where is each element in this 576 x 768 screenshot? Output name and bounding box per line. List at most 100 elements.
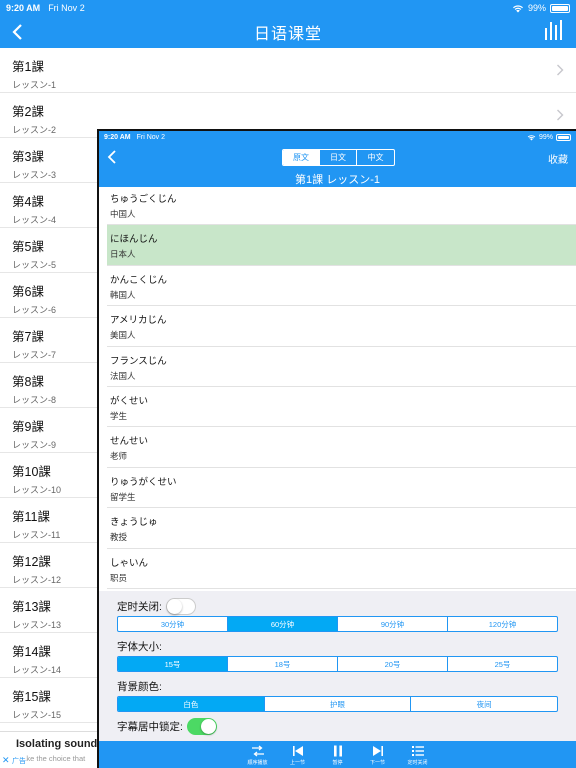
word-japanese: にほんじん	[110, 234, 158, 246]
back-icon[interactable]	[105, 149, 119, 165]
playback-toolbar: 顺序播放 上一节 暂停 下一节 定时关闭	[99, 741, 576, 768]
lesson-item[interactable]: 第1課レッスン-1	[0, 48, 576, 93]
word-chinese: 韩国人	[110, 289, 136, 300]
timer-option[interactable]: 90分钟	[338, 617, 448, 631]
timer-row: 定时关闭:	[117, 597, 558, 615]
timer-option[interactable]: 120分钟	[448, 617, 557, 631]
pause-button[interactable]: 暂停	[325, 741, 351, 768]
word-row[interactable]: きょうじゅ 教授	[107, 508, 576, 549]
previous-button[interactable]: 上一节	[285, 741, 311, 768]
word-japanese: アメリカじん	[110, 315, 167, 327]
word-row[interactable]: にほんじん 日本人	[107, 225, 576, 266]
wifi-icon	[527, 134, 536, 140]
word-row[interactable]: ちゅうごくじん 中国人	[107, 185, 576, 226]
background-label: 背景颜色:	[117, 680, 162, 693]
next-button[interactable]: 下一节	[365, 741, 391, 768]
app-header: 9:20 AM Fri Nov 2 99% 日语课堂	[0, 0, 576, 48]
pause-icon	[333, 745, 342, 757]
timer-toggle[interactable]	[165, 597, 196, 615]
language-tab[interactable]: 中文	[357, 150, 394, 165]
font-size-option[interactable]: 20号	[338, 657, 448, 671]
subtitle-lock-toggle[interactable]	[186, 717, 217, 735]
language-tabs: 原文 日文 中文	[282, 149, 395, 166]
background-option[interactable]: 护眼	[265, 697, 412, 711]
toolbar-label: 下一节	[369, 760, 385, 766]
settings-panel: 定时关闭: 30分钟 60分钟 90分钟 120分钟 字体大小: 15号 18号 20号 2…	[99, 591, 576, 741]
page-title: 日语课堂	[253, 26, 322, 43]
word-chinese: 教授	[110, 532, 128, 543]
lesson-title: 第1課	[12, 60, 44, 74]
word-row[interactable]: せんせい 老师	[107, 427, 576, 468]
word-row[interactable]: かんこくじん 韩国人	[107, 266, 576, 307]
player-status-bar: 9:20 AM Fri Nov 2 99%	[99, 131, 576, 143]
toolbar-label: 顺序播放	[247, 760, 268, 766]
lesson-title: 第2課	[12, 105, 44, 119]
list-icon	[411, 746, 424, 756]
status-date: Fri Nov 2	[136, 133, 165, 141]
font-size-label: 字体大小:	[117, 640, 162, 653]
status-date: Fri Nov 2	[48, 3, 85, 13]
battery-icon	[550, 3, 570, 13]
battery-percent: 99%	[538, 133, 553, 141]
next-icon	[372, 746, 383, 756]
player-header: 9:20 AM Fri Nov 2 99% 原文 日文 中文 收藏 第1課 レッスン…	[99, 131, 576, 187]
audio-bars-icon[interactable]	[544, 20, 566, 40]
word-row[interactable]: しゃいん 职员	[107, 549, 576, 589]
subtitle-lock-label: 字幕居中锁定:	[117, 720, 183, 733]
timer-option[interactable]: 60分钟	[228, 617, 338, 631]
word-row[interactable]: がくせい 学生	[107, 387, 576, 428]
word-chinese: 中国人	[110, 209, 136, 219]
chevron-right-icon	[557, 64, 564, 76]
word-chinese: 法国人	[110, 370, 136, 381]
background-options: 白色 护眼 夜间	[117, 696, 558, 712]
language-tab[interactable]: 日文	[320, 150, 357, 165]
word-japanese: せんせい	[110, 436, 149, 448]
ad-subtitle: Make the choice that	[16, 754, 86, 763]
word-row[interactable]: フランスじん 法国人	[107, 347, 576, 387]
word-list: ちゅうごくじん 中国人 にほんじん 日本人 かんこくじん 韩国人 アメリカじん 美国人 フランス…	[107, 185, 576, 589]
shuffle-icon	[251, 745, 264, 757]
font-size-option[interactable]: 25号	[448, 657, 557, 671]
favorite-button[interactable]: 收藏	[548, 151, 568, 166]
word-japanese: きょうじゅ	[110, 517, 158, 529]
toolbar-label: 定时关闭	[407, 760, 428, 766]
word-japanese: ちゅうごくじん	[110, 194, 177, 205]
font-size-row: 字体大小:	[117, 637, 558, 655]
word-chinese: 老师	[110, 451, 128, 462]
ad-close-icon[interactable]: ✕	[2, 755, 10, 766]
word-japanese: がくせい	[110, 395, 149, 407]
language-tab[interactable]: 原文	[283, 150, 320, 165]
word-row[interactable]: りゅうがくせい 留学生	[107, 468, 576, 509]
timer-option[interactable]: 30分钟	[118, 617, 228, 631]
font-size-option[interactable]: 18号	[228, 657, 338, 671]
timer-label: 定时关闭:	[117, 600, 162, 613]
timer-close-button[interactable]: 定时关闭	[405, 741, 431, 768]
font-size-option[interactable]: 15号	[118, 657, 228, 671]
chevron-right-icon	[557, 109, 564, 121]
ad-banner[interactable]: Isolating sound Make the choice that ✕ 广…	[0, 731, 98, 768]
font-size-options: 15号 18号 20号 25号	[117, 656, 558, 672]
word-japanese: りゅうがくせい	[110, 476, 177, 488]
background-option[interactable]: 夜间	[411, 697, 557, 711]
toolbar-label: 上一节	[289, 760, 305, 766]
play-order-button[interactable]: 顺序播放	[245, 741, 271, 768]
back-icon[interactable]	[8, 22, 28, 42]
background-row: 背景颜色:	[117, 677, 558, 695]
toolbar-label: 暂停	[332, 760, 343, 766]
word-japanese: かんこくじん	[110, 274, 168, 286]
word-japanese: フランスじん	[110, 355, 167, 367]
word-chinese: 日本人	[110, 249, 136, 260]
lesson-player-panel: 9:20 AM Fri Nov 2 99% 原文 日文 中文 收藏 第1課 レッスン…	[97, 129, 576, 768]
ad-title: Isolating sound	[16, 738, 98, 750]
lesson-subtitle: レッスン-1	[12, 80, 57, 90]
word-row[interactable]: アメリカじん 美国人	[107, 306, 576, 347]
status-time: 9:20 AM	[104, 133, 131, 141]
word-chinese: 学生	[110, 410, 128, 421]
battery-percent: 99%	[527, 3, 546, 13]
word-chinese: 职员	[110, 572, 128, 583]
status-time: 9:20 AM	[6, 3, 41, 13]
status-bar: 9:20 AM Fri Nov 2 99%	[0, 0, 576, 16]
background-option[interactable]: 白色	[118, 697, 265, 711]
word-japanese: しゃいん	[110, 557, 149, 569]
previous-icon	[292, 746, 303, 756]
